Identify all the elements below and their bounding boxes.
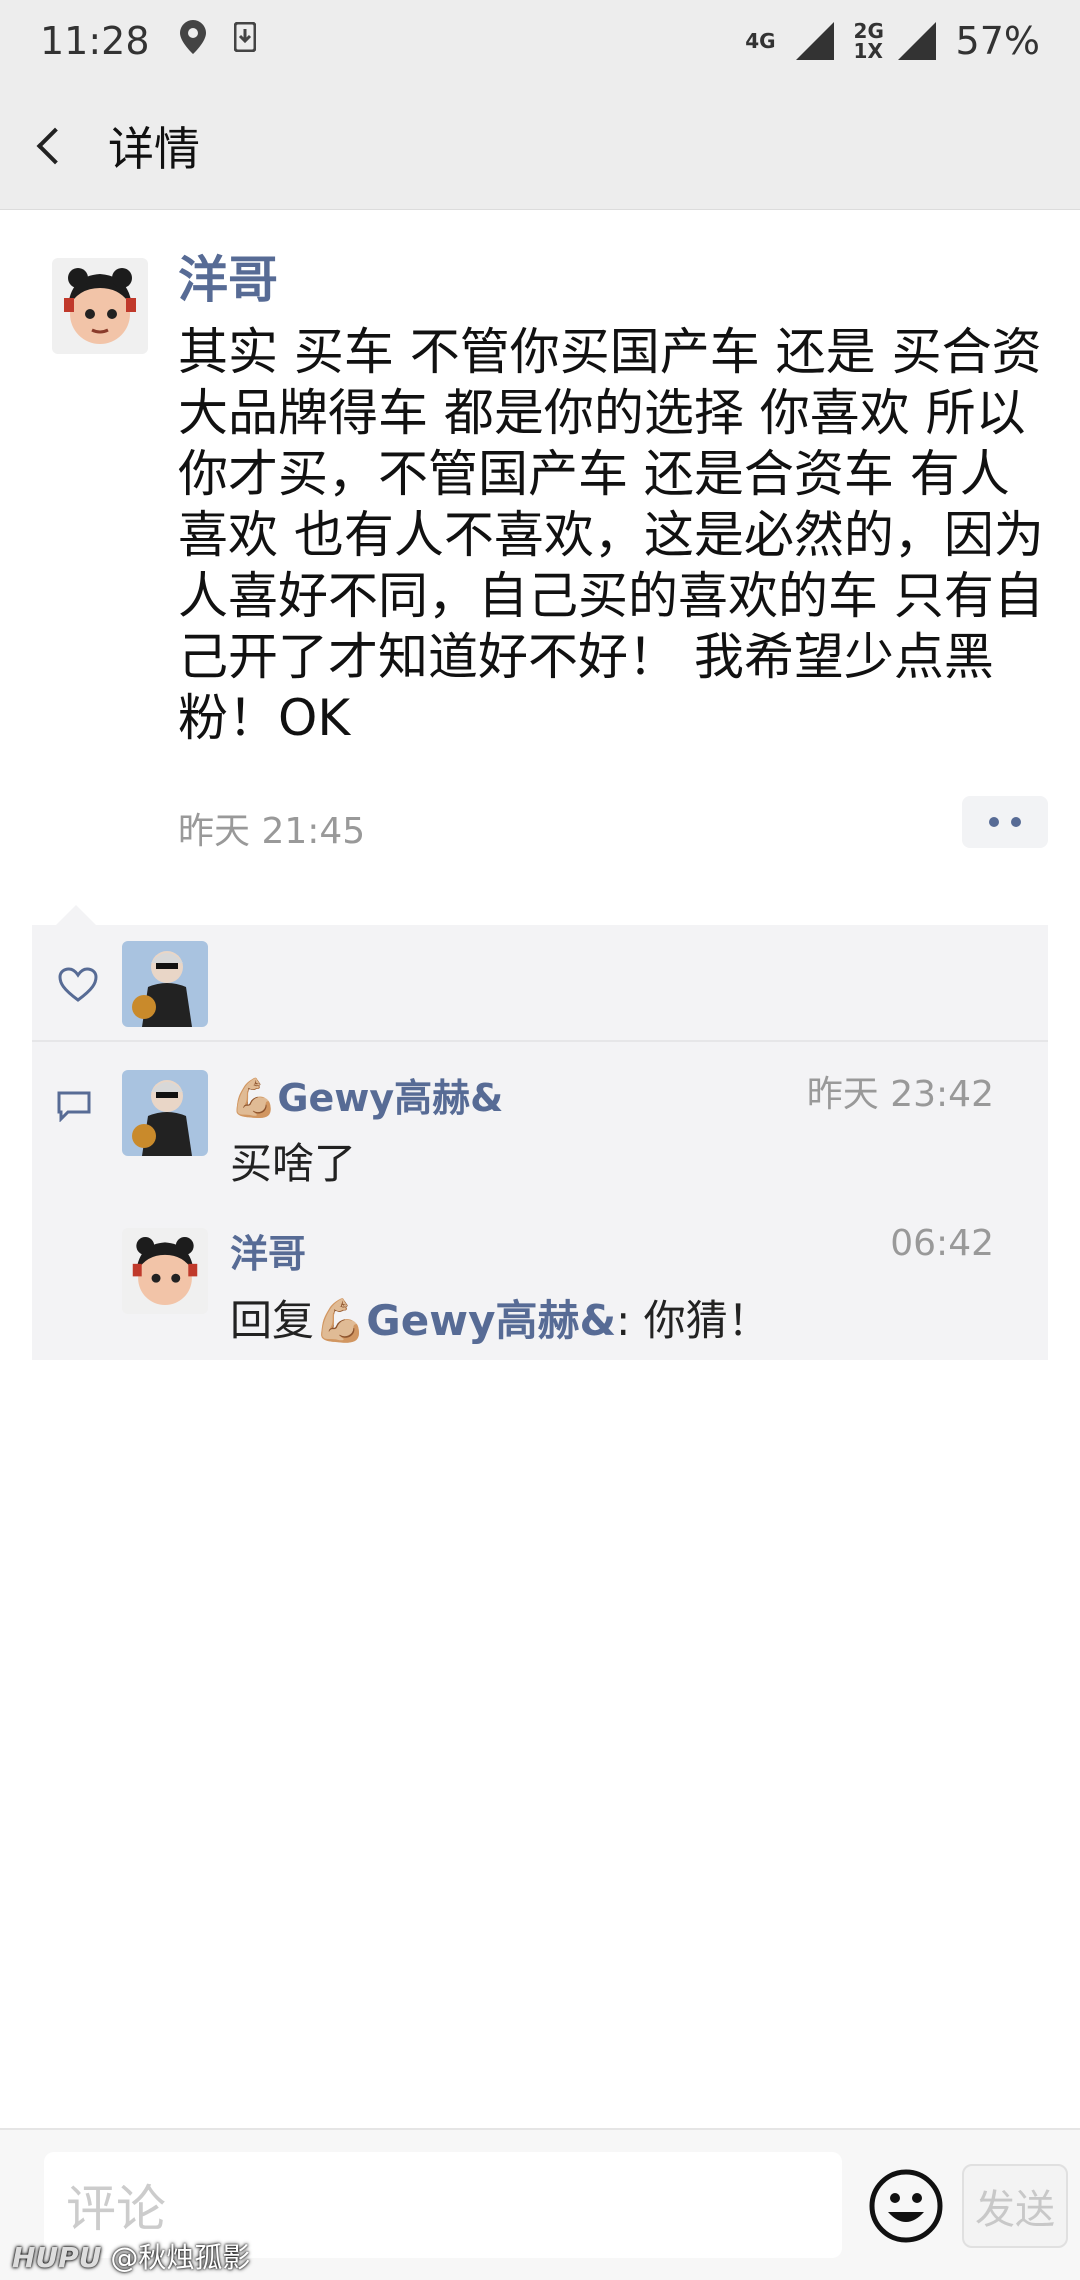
status-bar: 11:28 4G 2G 1X 57% [0,0,1080,82]
avatar[interactable] [52,258,148,354]
signal-icon [795,22,834,60]
post-timestamp: 昨天 21:45 [178,811,366,852]
reply-body: : 你猜！ [616,1296,770,1345]
network-type-2g: 2G 1X [853,19,884,63]
comment-timestamp: 昨天 23:42 [806,1074,994,1115]
panel-pointer [56,905,96,925]
page-title: 详情 [108,121,200,176]
comment-text[interactable]: 买啥了 [230,1130,356,1191]
dot-icon [989,817,999,827]
dot-icon [1011,817,1021,827]
watermark: HUPU @秋烛孤影 [12,2236,250,2276]
more-options-button[interactable] [962,796,1048,848]
comment-icon [57,1091,91,1122]
comment-author-name[interactable]: 💪🏼Gewy高赫& [230,1067,503,1122]
location-icon [179,19,206,63]
emoji-icon[interactable] [868,2168,944,2244]
likes-row [32,925,1048,1042]
post-author-name[interactable]: 洋哥 [178,240,278,312]
app-bar: 详情 [0,82,1080,210]
liker-avatar[interactable] [122,941,208,1027]
battery-level: 57% [955,19,1040,63]
download-icon [233,21,257,61]
watermark-handle: @秋烛孤影 [110,2241,251,2274]
watermark-brand: HUPU [12,2241,102,2274]
back-arrow-icon[interactable] [0,82,100,210]
network-type-4g: 4G [745,29,776,53]
likes-comments-panel: 💪🏼Gewy高赫& 昨天 23:42 买啥了 洋哥 06:42 回复💪🏼Gewy… [32,925,1048,1360]
commenter-avatar[interactable] [122,1070,208,1156]
status-time: 11:28 [40,19,150,63]
commenter-avatar[interactable] [122,1228,208,1314]
reply-target-name[interactable]: 💪🏼Gewy高赫& [314,1296,616,1345]
comment-timestamp: 06:42 [890,1223,994,1264]
post-content: 其实 买车 不管你买国产车 还是 买合资大品牌得车 都是你的选择 你喜欢 所以你… [178,323,1044,747]
heart-icon [58,967,98,1002]
reply-prefix: 回复 [230,1296,315,1345]
comment-author-name[interactable]: 洋哥 [230,1223,306,1278]
comment-text[interactable]: 回复💪🏼Gewy高赫&: 你猜！ [230,1287,770,1348]
signal-icon-2 [897,22,936,60]
send-button[interactable]: 发送 [962,2164,1068,2248]
